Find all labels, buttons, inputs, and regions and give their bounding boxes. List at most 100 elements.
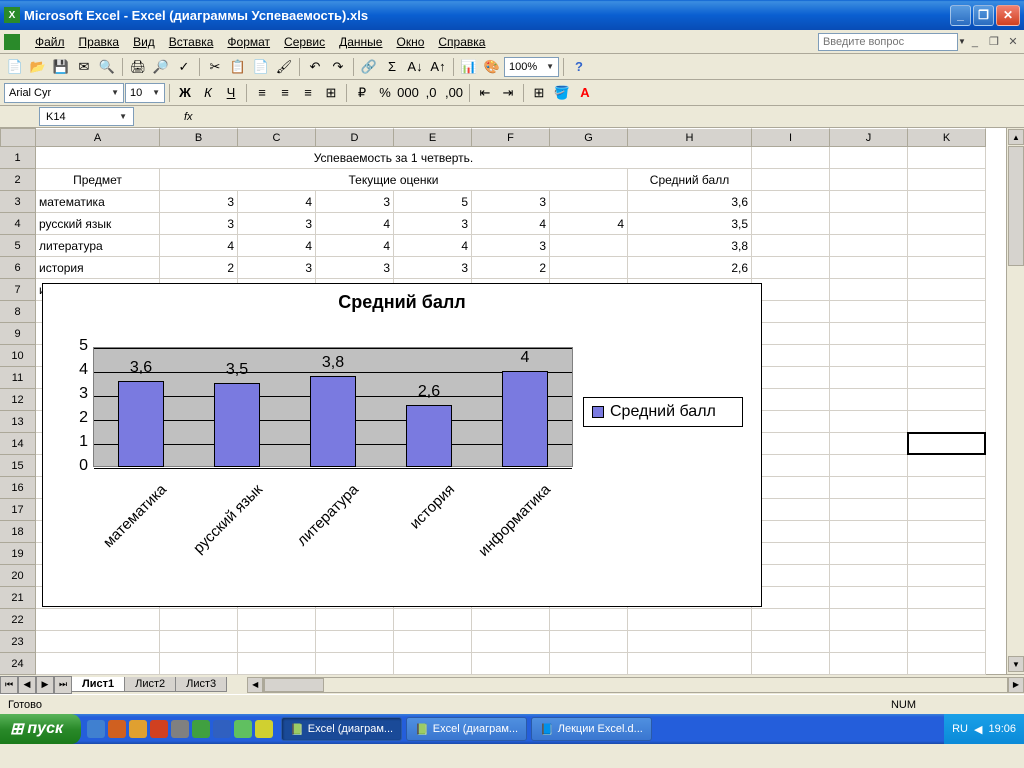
cell-C24[interactable] [238,653,316,675]
cell-E23[interactable] [394,631,472,653]
cell-B2[interactable]: Текущие оценки [160,169,628,191]
cell-J19[interactable] [830,543,908,565]
cell-F6[interactable]: 2 [472,257,550,279]
cell-H6[interactable]: 2,6 [628,257,752,279]
cell-C6[interactable]: 3 [238,257,316,279]
row-header-15[interactable]: 15 [0,455,36,477]
row-header-1[interactable]: 1 [0,147,36,169]
taskbar-app-3[interactable]: 📘 Лекции Excel.d... [531,717,652,741]
row-header-20[interactable]: 20 [0,565,36,587]
cell-E6[interactable]: 3 [394,257,472,279]
copy-icon[interactable]: 📋 [227,56,249,78]
help-dd-icon[interactable]: ▼ [958,37,966,46]
cell-A4[interactable]: русский язык [36,213,160,235]
cell-G4[interactable]: 4 [550,213,628,235]
cell-J11[interactable] [830,367,908,389]
cell-F23[interactable] [472,631,550,653]
row-header-18[interactable]: 18 [0,521,36,543]
chart-icon[interactable]: 📊 [458,56,480,78]
horizontal-scrollbar[interactable]: ◀ ▶ [247,677,1024,693]
cell-J15[interactable] [830,455,908,477]
cell-J21[interactable] [830,587,908,609]
autosum-icon[interactable]: Σ [381,56,403,78]
cell-F3[interactable]: 3 [472,191,550,213]
fill-color-icon[interactable]: 🪣 [551,82,573,104]
save-icon[interactable]: 💾 [50,56,72,78]
cell-E22[interactable] [394,609,472,631]
cell-K20[interactable] [908,565,986,587]
cell-E4[interactable]: 3 [394,213,472,235]
ql-app1-icon[interactable] [108,720,126,738]
menu-data[interactable]: Данные [332,33,389,51]
col-header-H[interactable]: H [628,128,752,147]
row-header-8[interactable]: 8 [0,301,36,323]
row-header-9[interactable]: 9 [0,323,36,345]
ql-app3-icon[interactable] [171,720,189,738]
font-color-icon[interactable]: A [574,82,596,104]
cell-I7[interactable] [752,279,830,301]
spell-icon[interactable]: ✓ [173,56,195,78]
percent-icon[interactable]: % [374,82,396,104]
wb-restore-button[interactable]: ❐ [987,35,1001,48]
embedded-chart[interactable]: Средний балл 0123453,6математика3,5русск… [42,283,762,607]
tab-nav-prev-icon[interactable]: ◀ [18,676,36,694]
cell-I11[interactable] [752,367,830,389]
row-header-7[interactable]: 7 [0,279,36,301]
cell-K6[interactable] [908,257,986,279]
cell-A2[interactable]: Предмет [36,169,160,191]
maximize-button[interactable]: ❐ [973,5,994,26]
scroll-right-icon[interactable]: ▶ [1008,677,1024,693]
cell-J1[interactable] [830,147,908,169]
cell-K16[interactable] [908,477,986,499]
cell-C5[interactable]: 4 [238,235,316,257]
cell-G23[interactable] [550,631,628,653]
new-icon[interactable]: 📄 [4,56,26,78]
cell-A22[interactable] [36,609,160,631]
cell-I18[interactable] [752,521,830,543]
cell-K12[interactable] [908,389,986,411]
cell-D5[interactable]: 4 [316,235,394,257]
align-left-icon[interactable]: ≡ [251,82,273,104]
cell-K23[interactable] [908,631,986,653]
cell-B3[interactable]: 3 [160,191,238,213]
ql-app2-icon[interactable] [129,720,147,738]
cell-G5[interactable] [550,235,628,257]
mail-icon[interactable]: ✉ [73,56,95,78]
minimize-button[interactable]: _ [950,5,971,26]
cell-K4[interactable] [908,213,986,235]
cell-J18[interactable] [830,521,908,543]
format-painter-icon[interactable]: 🖌 [273,56,295,78]
hyperlink-icon[interactable]: 🔗 [358,56,380,78]
help-question-input[interactable] [818,33,958,51]
col-header-J[interactable]: J [830,128,908,147]
row-header-6[interactable]: 6 [0,257,36,279]
cell-K14[interactable] [908,433,986,455]
cell-I13[interactable] [752,411,830,433]
cell-J2[interactable] [830,169,908,191]
underline-icon[interactable]: Ч [220,82,242,104]
cell-D3[interactable]: 3 [316,191,394,213]
vertical-scrollbar[interactable]: ▲ ▼ [1006,128,1024,674]
cell-B5[interactable]: 4 [160,235,238,257]
bold-icon[interactable]: Ж [174,82,196,104]
row-header-2[interactable]: 2 [0,169,36,191]
cell-A5[interactable]: литература [36,235,160,257]
row-header-17[interactable]: 17 [0,499,36,521]
cell-B6[interactable]: 2 [160,257,238,279]
cell-D23[interactable] [316,631,394,653]
cell-J16[interactable] [830,477,908,499]
cell-D4[interactable]: 4 [316,213,394,235]
paste-icon[interactable]: 📄 [250,56,272,78]
cell-E3[interactable]: 5 [394,191,472,213]
cell-B24[interactable] [160,653,238,675]
menu-format[interactable]: Формат [220,33,277,51]
cell-J7[interactable] [830,279,908,301]
cell-H24[interactable] [628,653,752,675]
cell-F22[interactable] [472,609,550,631]
cell-J6[interactable] [830,257,908,279]
col-header-K[interactable]: K [908,128,986,147]
menu-window[interactable]: Окно [389,33,431,51]
row-header-10[interactable]: 10 [0,345,36,367]
cell-K19[interactable] [908,543,986,565]
col-header-G[interactable]: G [550,128,628,147]
